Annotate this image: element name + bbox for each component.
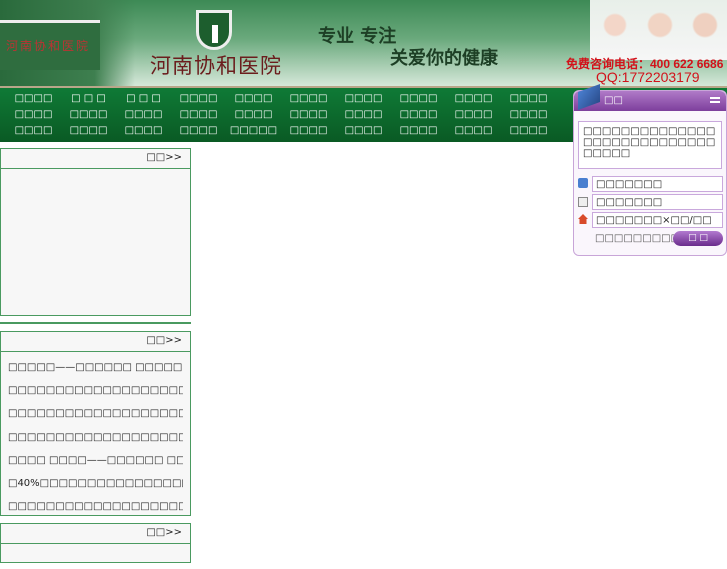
address-field[interactable] <box>592 212 723 228</box>
panel-3: □□>> <box>0 523 191 563</box>
nav-item[interactable]: □□□□ <box>171 109 226 120</box>
header-banner: 河南协和医院 河南协和医院 专业 专注 关爱你的健康 免费咨询电话：400 62… <box>0 0 727 86</box>
slogan-line2: 关爱你的健康 <box>390 48 498 69</box>
intro-line: □□□□ □□□□——□□□□□□ □□□□□□□□□□□□ <box>8 454 183 466</box>
nav-item[interactable]: □□□□ <box>336 125 391 136</box>
building-sign: 河南协和医院 <box>6 39 91 53</box>
phone-field[interactable] <box>592 176 723 192</box>
nav-item[interactable]: □□□□ <box>281 109 336 120</box>
qq-number: QQ:1772203179 <box>596 69 700 85</box>
nav-item[interactable]: □□□□ <box>501 109 556 120</box>
nav-item[interactable]: □□□□ <box>501 93 556 104</box>
nav-item[interactable]: □□□□ <box>171 125 226 136</box>
nav-item[interactable]: □ □ □ <box>61 93 116 104</box>
nav-item[interactable]: □□□□ <box>391 125 446 136</box>
email-field[interactable] <box>592 194 723 210</box>
divider <box>0 322 191 324</box>
nav-item[interactable]: □□□□ <box>116 125 171 136</box>
intro-line: □□□□□——□□□□□□ □□□□□□□□□□□□□□□□□□□ <box>8 362 183 373</box>
nav-item[interactable]: □□□□ <box>391 109 446 120</box>
more-link[interactable]: □□>> <box>146 527 182 538</box>
intro-line: □□□□□□□□□□□□□□□□□□□□□□□□□□□□□□□□□□□□ <box>8 501 183 513</box>
nav-item[interactable]: □□□□ <box>281 125 336 136</box>
submit-button[interactable]: □ □ <box>673 231 723 246</box>
nav-item[interactable]: □□□□ <box>226 109 281 120</box>
nav-item[interactable]: □□□□ <box>226 93 281 104</box>
nav-item[interactable]: □□□□ <box>391 93 446 104</box>
nav-item[interactable]: □□□□ <box>281 93 336 104</box>
intro-line: □40%□□□□□□□□□□□□□□□□□□□□□□□□□□□□□□□□ <box>8 478 183 490</box>
slogan-line1: 专业 专注 <box>318 26 397 47</box>
nav-item[interactable]: □□□□ <box>336 109 391 120</box>
panel-2: □□>> □□□□□——□□□□□□ □□□□□ □□□□□□□□□□□□□□ □□… <box>0 331 191 559</box>
logo-text: 河南协和医院 <box>150 54 282 78</box>
nav-item[interactable]: □□□□ <box>336 93 391 104</box>
panel-1: □□>> <box>0 148 191 316</box>
intro-line: □□□□□□□□□□□□□□□□□□□□□□□□□□□□□□□□□□□□ <box>8 408 183 420</box>
home-icon <box>578 214 588 224</box>
nav-item[interactable]: □□□□ <box>116 109 171 120</box>
nav-item[interactable]: □□□□ <box>6 125 61 136</box>
mobile-phone-icon <box>578 178 588 188</box>
intro-line: □□□□□□□□□□□□□□□□□□□□□□□□□□□□□□□□□□□□ <box>8 431 183 443</box>
more-link[interactable]: □□>> <box>146 152 182 163</box>
nav-item[interactable]: □□□□ <box>446 109 501 120</box>
widget-header: □□ <box>574 83 726 111</box>
nav-item[interactable]: □□□□ <box>6 93 61 104</box>
nav-item[interactable]: □□□□ <box>171 93 226 104</box>
nav-item[interactable]: □□□□□ <box>226 125 281 136</box>
nav-item[interactable]: □□□□ <box>446 93 501 104</box>
hospital-logo-icon <box>196 10 232 50</box>
widget-title: □□ <box>604 95 623 106</box>
nav-item[interactable]: □□□□ <box>501 125 556 136</box>
nav-item[interactable]: □ □ □ <box>116 93 171 104</box>
nav-item[interactable]: □□□□ <box>6 109 61 120</box>
nav-item[interactable]: □□□□ <box>446 125 501 136</box>
nav-item[interactable]: □□□□ <box>61 125 116 136</box>
minimize-icon[interactable] <box>710 97 720 103</box>
intro-line: □□□□□□□□□□□□□□□□□□□□——□□□□□□□□□□□□ <box>8 385 183 397</box>
mail-icon <box>578 197 588 207</box>
more-link[interactable]: □□>> <box>146 335 182 346</box>
hospital-building-image: 河南协和医院 <box>0 0 135 86</box>
nurses-image <box>590 0 727 60</box>
message-input[interactable]: □□□□□□□□□□□□□□□□□□□□□□□□□□□□□□□□□ <box>578 121 722 169</box>
consult-widget: □□ □□□□□□□□□□□□□□□□□□□□□□□□□□□□□□□□□ □□□… <box>573 83 727 256</box>
nav-item[interactable]: □□□□ <box>61 109 116 120</box>
